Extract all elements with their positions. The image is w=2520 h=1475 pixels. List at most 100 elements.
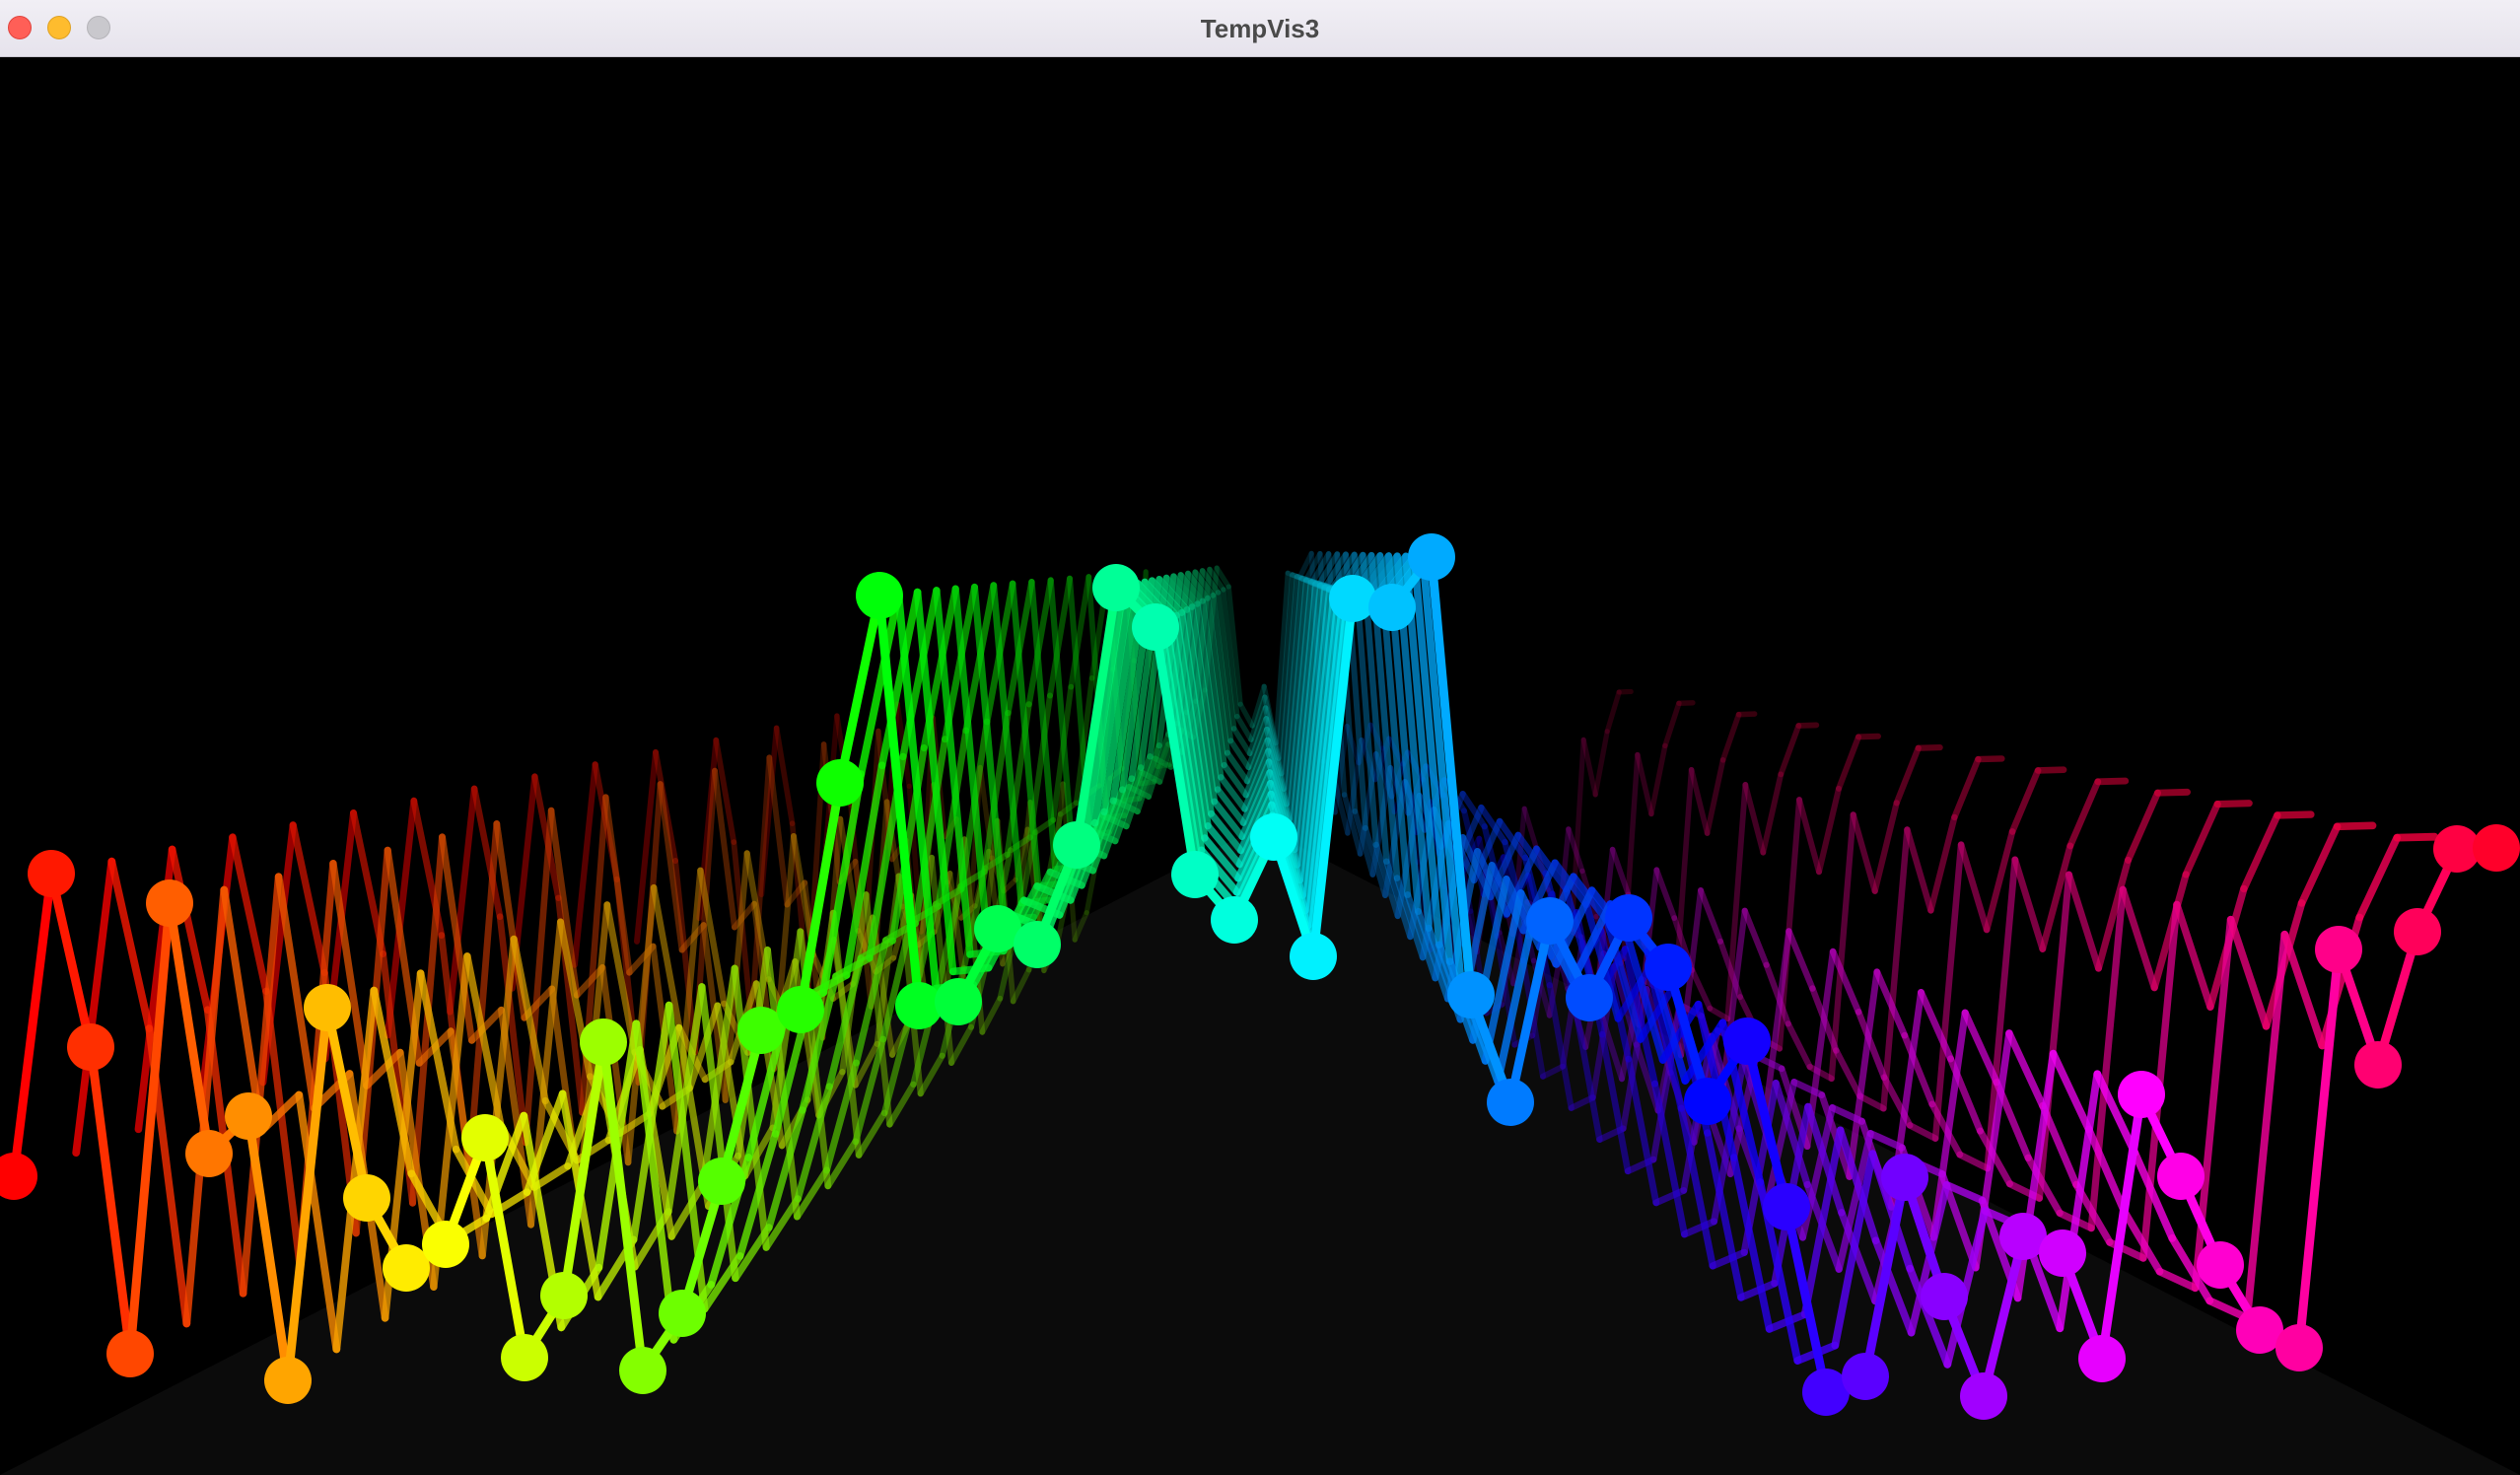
- trail-segment: [1880, 826, 1911, 1112]
- data-point-marker: [1881, 1154, 1928, 1201]
- data-point-marker: [264, 1357, 312, 1404]
- close-window-button[interactable]: [8, 16, 32, 39]
- trail-segment: [2005, 1029, 2047, 1110]
- trail-segment: [2066, 778, 2102, 850]
- trail-segment: [1927, 813, 1958, 914]
- trail-segment: [1975, 755, 2005, 763]
- data-point-marker: [816, 759, 864, 807]
- data-point-marker: [501, 1334, 548, 1381]
- trail-segment: [1915, 743, 1943, 751]
- trail-segment: [1604, 689, 1622, 735]
- data-point-marker: [540, 1272, 588, 1319]
- trail-segment: [2034, 766, 2067, 774]
- data-point-marker: [1960, 1372, 2007, 1420]
- data-point-marker: [2197, 1241, 2244, 1289]
- trail-segment: [2119, 885, 2158, 992]
- data-point-marker: [1368, 584, 1416, 631]
- trail-segment: [1735, 711, 1758, 718]
- trail-segment: [2065, 871, 2102, 972]
- data-point-marker: [1290, 933, 1337, 980]
- trail-segment: [1742, 782, 1767, 856]
- app-window: TempVis3: [0, 0, 2520, 1475]
- trail-segment: [1796, 797, 1822, 876]
- data-point-marker: [1842, 1353, 1889, 1400]
- trail-segment: [262, 987, 304, 1268]
- data-point-marker: [383, 1244, 430, 1292]
- data-point-marker: [698, 1158, 745, 1205]
- trail-segment: [1785, 928, 1816, 992]
- trail-segment: [1785, 1020, 1813, 1071]
- trail-segment: [1653, 867, 1678, 921]
- trail-segment: [1961, 1009, 2000, 1087]
- trail-segment: [2049, 1049, 2093, 1134]
- data-point-marker: [2315, 926, 2362, 973]
- trail-segment: [2393, 832, 2439, 842]
- title-bar[interactable]: TempVis3: [0, 0, 2520, 57]
- window-title: TempVis3: [1200, 14, 1320, 43]
- trail-segment: [1956, 1151, 1992, 1172]
- trail-segment: [1662, 700, 1682, 749]
- data-point-marker: [1211, 896, 1258, 944]
- trail-segment: [1833, 1047, 1863, 1099]
- trail-segment: [1741, 907, 1770, 968]
- trail-segment: [1592, 729, 1610, 798]
- trail-segment: [1836, 734, 1861, 792]
- trail-segment: [2355, 833, 2402, 922]
- data-point-marker: [1763, 1183, 1810, 1230]
- trail-segment: [1850, 811, 1878, 894]
- trail-segment: [2182, 800, 2221, 878]
- trail-segment: [2125, 789, 2161, 864]
- data-point-marker: [1566, 974, 1613, 1021]
- data-point-marker: [1053, 821, 1100, 869]
- data-point-marker: [225, 1092, 272, 1140]
- trail-segment: [1951, 755, 1982, 821]
- data-point-marker: [1014, 921, 1061, 968]
- trail-segment: [1635, 751, 1654, 817]
- data-point-marker: [2275, 1324, 2323, 1371]
- data-point-marker: [2354, 1041, 2402, 1089]
- trail-segment: [2333, 821, 2377, 831]
- trail-segment: [2297, 822, 2342, 907]
- data-point-marker: [67, 1023, 114, 1071]
- data-point-marker: [1447, 971, 1495, 1018]
- data-point-marker: [1250, 813, 1297, 861]
- trail-segment: [571, 761, 598, 968]
- data-point-marker: [1605, 894, 1652, 942]
- trail-segment: [1871, 800, 1900, 894]
- trail-segment: [1778, 723, 1802, 778]
- data-point-marker: [0, 1153, 37, 1200]
- trail-segment: [2011, 856, 2047, 952]
- trail-segment: [1855, 733, 1881, 740]
- data-point-marker: [856, 572, 903, 619]
- trail-segment: [1719, 711, 1742, 763]
- data-point-marker: [935, 978, 982, 1025]
- data-point-marker: [343, 1174, 390, 1222]
- trail-segment: [1795, 722, 1820, 729]
- data-point-marker: [580, 1018, 627, 1066]
- series-segment: [9, 869, 56, 1181]
- trail-segment: [2240, 811, 2281, 893]
- trail-segment: [2154, 788, 2191, 797]
- trail-segment: [1957, 841, 1991, 934]
- trail-segment: [1906, 1122, 1939, 1142]
- data-point-marker: [28, 850, 75, 897]
- data-point-marker: [146, 879, 193, 927]
- data-point-marker: [106, 1330, 154, 1377]
- trail-segment: [1704, 757, 1726, 836]
- data-point-marker: [1723, 1018, 1771, 1065]
- minimize-window-button[interactable]: [47, 16, 71, 39]
- temperature-3d-plot[interactable]: [0, 57, 2520, 1475]
- trail-segment: [2226, 915, 2271, 1030]
- trail-segment: [2120, 1207, 2164, 1276]
- data-point-marker: [2394, 908, 2441, 955]
- data-point-marker: [619, 1347, 666, 1394]
- data-point-marker: [659, 1290, 706, 1337]
- trail-segment: [1580, 737, 1598, 798]
- data-point-marker: [2473, 824, 2520, 872]
- data-point-marker: [2118, 1071, 2165, 1118]
- trail-segment: [2173, 900, 2214, 1011]
- visualization-canvas[interactable]: [0, 57, 2520, 1475]
- data-point-marker: [422, 1221, 469, 1268]
- zoom-window-button[interactable]: [87, 16, 110, 39]
- trail-segment: [289, 821, 328, 977]
